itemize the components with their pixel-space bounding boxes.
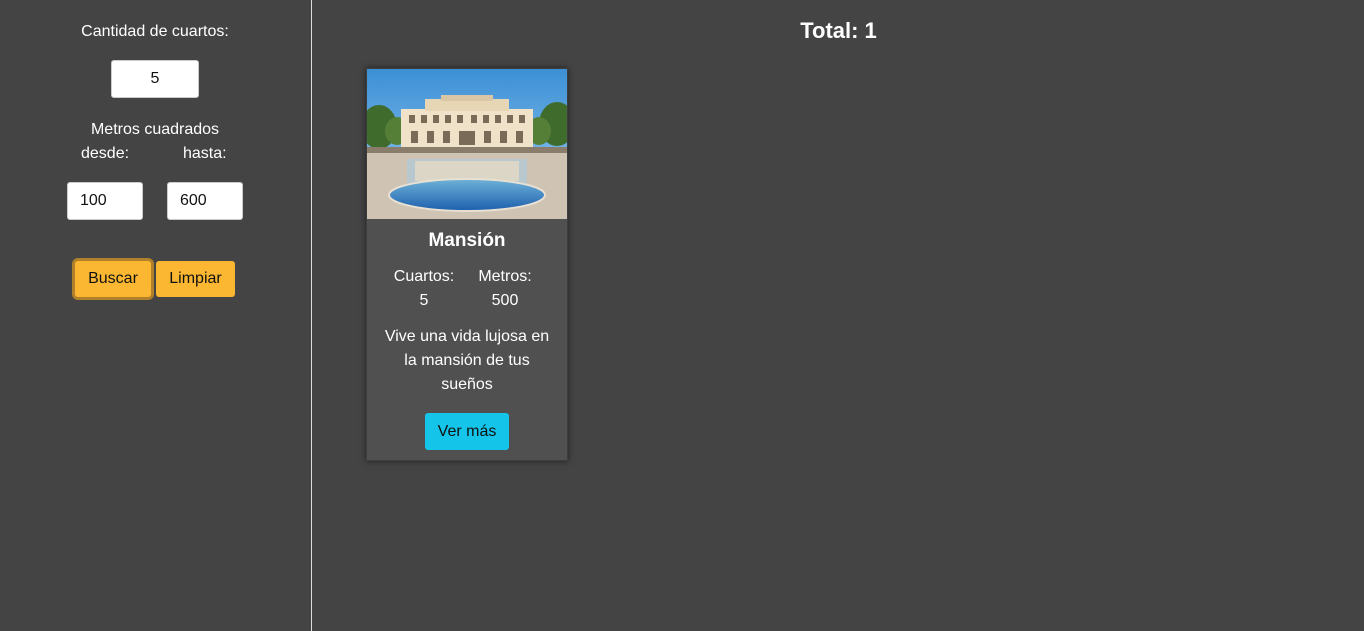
property-card: Mansión Cuartos: 5 Metros: 500 Vive una … <box>366 68 568 461</box>
rooms-stat-value: 5 <box>419 292 429 309</box>
meters-stat-value: 500 <box>491 292 519 309</box>
rooms-stat: Cuartos: 5 <box>384 265 464 313</box>
results-total: Total: 1 <box>800 18 877 43</box>
property-description: Vive una vida lujosa en la mansión de tu… <box>384 328 550 393</box>
meters-stat-label: Metros: <box>478 268 532 285</box>
meters-stat: Metros: 500 <box>465 265 545 313</box>
filter-sidebar: Cantidad de cuartos: Metros cuadrados de… <box>0 0 312 631</box>
view-more-button[interactable]: Ver más <box>425 413 509 450</box>
meters-to-input[interactable] <box>167 182 243 220</box>
search-button[interactable]: Buscar <box>75 261 151 297</box>
meters-to-label: hasta: <box>183 145 227 162</box>
rooms-stat-label: Cuartos: <box>393 268 455 285</box>
property-image <box>367 69 567 219</box>
property-title: Mansión <box>428 230 506 251</box>
clear-button[interactable]: Limpiar <box>156 261 235 297</box>
meters-from-input[interactable] <box>67 182 143 220</box>
rooms-input[interactable] <box>111 60 199 98</box>
mansion-photo <box>367 69 567 219</box>
rooms-label: Cantidad de cuartos: <box>81 23 229 40</box>
meters-from-label: desde: <box>81 145 130 162</box>
meters-label: Metros cuadrados <box>90 121 220 138</box>
